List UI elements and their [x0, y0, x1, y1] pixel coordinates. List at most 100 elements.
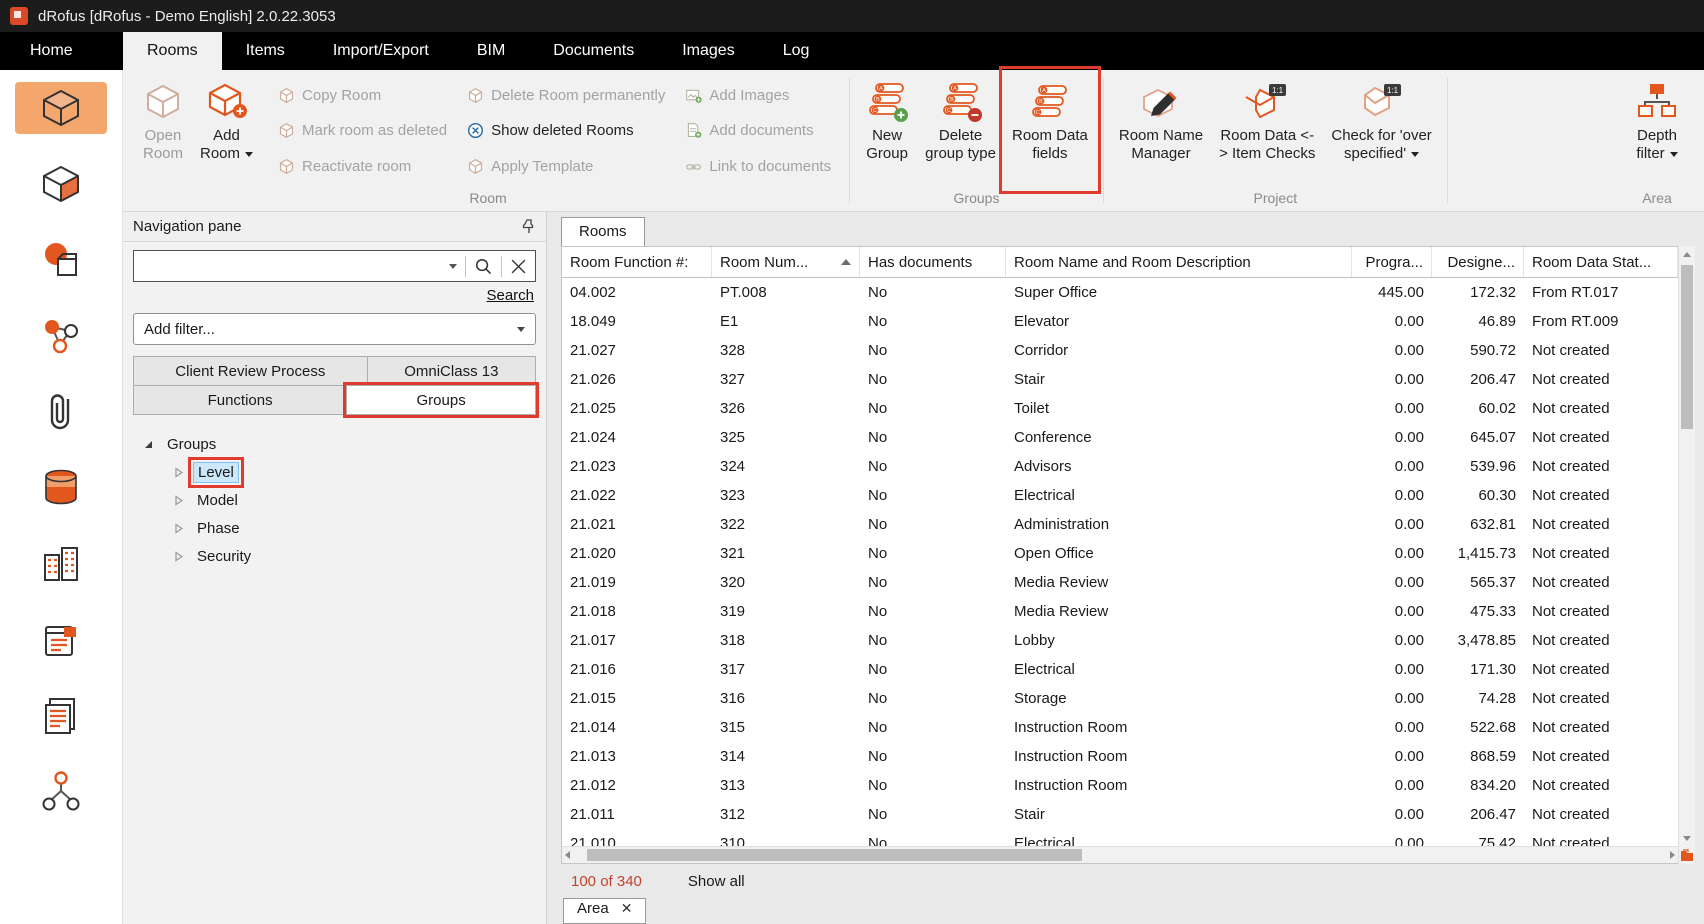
module-products[interactable] [15, 234, 107, 286]
table-row[interactable]: 21.016317NoElectrical0.00171.30Not creat… [562, 655, 1678, 684]
search-clear-icon[interactable] [502, 251, 535, 281]
tab-area[interactable]: Area ✕ [563, 898, 646, 924]
table-row[interactable]: 21.014315NoInstruction Room0.00522.68Not… [562, 713, 1678, 742]
column-header-room-data-status[interactable]: Room Data Stat... [1524, 247, 1678, 277]
tab-rooms[interactable]: Rooms [123, 32, 222, 70]
tab-log[interactable]: Log [759, 32, 834, 70]
tab-images[interactable]: Images [658, 32, 758, 70]
tree-expanded-icon[interactable] [141, 439, 156, 450]
column-header-designed[interactable]: Designe... [1432, 247, 1524, 277]
show-all-link[interactable]: Show all [688, 873, 745, 890]
tree-item-level[interactable]: Level [133, 458, 536, 486]
tree-collapsed-icon[interactable] [171, 467, 186, 478]
table-row[interactable]: 21.023324NoAdvisors0.00539.96Not created [562, 452, 1678, 481]
depth-filter-button[interactable]: Depth filter [1628, 72, 1686, 188]
tab-bim[interactable]: BIM [453, 32, 529, 70]
tree-collapsed-icon[interactable] [171, 495, 186, 506]
scroll-right-arrow[interactable] [1670, 851, 1675, 859]
table-row[interactable]: 21.017318NoLobby0.003,478.85Not created [562, 626, 1678, 655]
table-row[interactable]: 21.015316NoStorage0.0074.28Not created [562, 684, 1678, 713]
column-header-has-documents[interactable]: Has documents [860, 247, 1006, 277]
nav-tab-groups[interactable]: Groups [346, 385, 536, 415]
search-input[interactable] [134, 251, 441, 281]
table-row[interactable]: 21.020321NoOpen Office0.001,415.73Not cr… [562, 539, 1678, 568]
show-deleted-rooms-button[interactable]: Show deleted Rooms [457, 113, 675, 148]
table-row[interactable]: 04.002PT.008NoSuper Office445.00172.32Fr… [562, 278, 1678, 307]
table-row[interactable]: 21.024325NoConference0.00645.07Not creat… [562, 423, 1678, 452]
new-group-button[interactable]: ABC New Group [858, 72, 916, 188]
module-buildings[interactable] [15, 538, 107, 590]
add-room-button[interactable]: Add Room [193, 72, 260, 188]
tree-collapsed-icon[interactable] [171, 551, 186, 562]
table-cell: Stair [1006, 806, 1352, 823]
tab-home[interactable]: Home [0, 32, 123, 70]
table-row[interactable]: 21.022323NoElectrical0.0060.30Not create… [562, 481, 1678, 510]
delete-group-type-button[interactable]: ABC Delete group type [918, 72, 1003, 188]
module-catalog[interactable] [15, 614, 107, 666]
module-items[interactable] [15, 158, 107, 210]
module-attachments[interactable] [15, 386, 107, 438]
column-header-room-name[interactable]: Room Name and Room Description [1006, 247, 1352, 277]
search-icon[interactable] [466, 251, 501, 281]
link-to-documents-button[interactable]: Link to documents [675, 149, 841, 184]
check-over-specified-button[interactable]: 1:1 Check for 'over specified' [1324, 72, 1438, 188]
tab-items[interactable]: Items [222, 32, 309, 70]
table-cell: 590.72 [1432, 342, 1524, 359]
horizontal-scrollbar[interactable] [562, 846, 1678, 863]
room-data-item-checks-button[interactable]: 1:1 Room Data <- > Item Checks [1212, 72, 1322, 188]
tab-rooms-document[interactable]: Rooms [561, 217, 645, 246]
table-row[interactable]: 21.027328NoCorridor0.00590.72Not created [562, 336, 1678, 365]
nav-tab-omniclass-13[interactable]: OmniClass 13 [367, 356, 536, 386]
horizontal-scrollbar-thumb[interactable] [587, 849, 1082, 861]
add-filter-dropdown[interactable]: Add filter... [133, 313, 536, 345]
tree-item-groups-root[interactable]: Groups [133, 430, 536, 458]
table-row[interactable]: 21.025326NoToilet0.0060.02Not created [562, 394, 1678, 423]
table-row[interactable]: 21.026327NoStair0.00206.47Not created [562, 365, 1678, 394]
add-images-button[interactable]: Add Images [675, 78, 841, 113]
scroll-up-arrow[interactable] [1679, 246, 1695, 263]
tree-item-security[interactable]: Security [133, 542, 536, 570]
module-rooms[interactable] [15, 82, 107, 134]
apply-template-button[interactable]: Apply Template [457, 149, 675, 184]
search-link[interactable]: Search [486, 287, 534, 304]
nav-tab-client-review-process[interactable]: Client Review Process [133, 356, 368, 386]
nav-tab-functions[interactable]: Functions [133, 385, 347, 415]
reactivate-room-button[interactable]: Reactivate room [268, 149, 457, 184]
module-data[interactable] [15, 462, 107, 514]
pin-icon[interactable] [522, 219, 536, 234]
table-cell: Not created [1524, 661, 1678, 678]
mark-room-deleted-button[interactable]: Mark room as deleted [268, 113, 457, 148]
table-row[interactable]: 21.021322NoAdministration0.00632.81Not c… [562, 510, 1678, 539]
room-name-manager-button[interactable]: Room Name Manager [1112, 72, 1210, 188]
table-row[interactable]: 21.013314NoInstruction Room0.00868.59Not… [562, 742, 1678, 771]
scroll-down-arrow[interactable] [1679, 830, 1695, 847]
table-row[interactable]: 21.018319NoMedia Review0.00475.33Not cre… [562, 597, 1678, 626]
delete-room-permanently-button[interactable]: Delete Room permanently [457, 78, 675, 113]
column-header-room-function[interactable]: Room Function #: [562, 247, 712, 277]
tree-collapsed-icon[interactable] [171, 523, 186, 534]
vertical-scrollbar[interactable] [1678, 246, 1695, 864]
column-header-programmed[interactable]: Progra... [1352, 247, 1432, 277]
table-row[interactable]: 21.011312NoStair0.00206.47Not created [562, 800, 1678, 829]
close-icon[interactable]: ✕ [621, 900, 633, 917]
module-reports[interactable] [15, 690, 107, 742]
module-relations[interactable] [15, 766, 107, 818]
tab-documents[interactable]: Documents [529, 32, 658, 70]
column-header-room-number[interactable]: Room Num... [712, 247, 860, 277]
module-systems[interactable] [15, 310, 107, 362]
search-options-chevron-icon[interactable] [441, 251, 465, 281]
table-row[interactable]: 21.012313NoInstruction Room0.00834.20Not… [562, 771, 1678, 800]
tree-item-model[interactable]: Model [133, 486, 536, 514]
room-data-fields-button[interactable]: ABC Room Data fields [1005, 72, 1095, 188]
table-row[interactable]: 21.019320NoMedia Review0.00565.37Not cre… [562, 568, 1678, 597]
vertical-scrollbar-thumb[interactable] [1681, 265, 1693, 429]
table-row[interactable]: 18.049E1NoElevator0.0046.89From RT.009 [562, 307, 1678, 336]
copy-room-button[interactable]: Copy Room [268, 78, 457, 113]
table-cell: 475.33 [1432, 603, 1524, 620]
corner-pages-icon[interactable] [1679, 847, 1695, 864]
add-documents-button[interactable]: Add documents [675, 113, 841, 148]
open-room-button[interactable]: Open Room [135, 72, 191, 188]
table-row[interactable]: 21.010310NoElectrical0.0075.42Not create… [562, 829, 1678, 846]
tree-item-phase[interactable]: Phase [133, 514, 536, 542]
tab-import-export[interactable]: Import/Export [309, 32, 453, 70]
